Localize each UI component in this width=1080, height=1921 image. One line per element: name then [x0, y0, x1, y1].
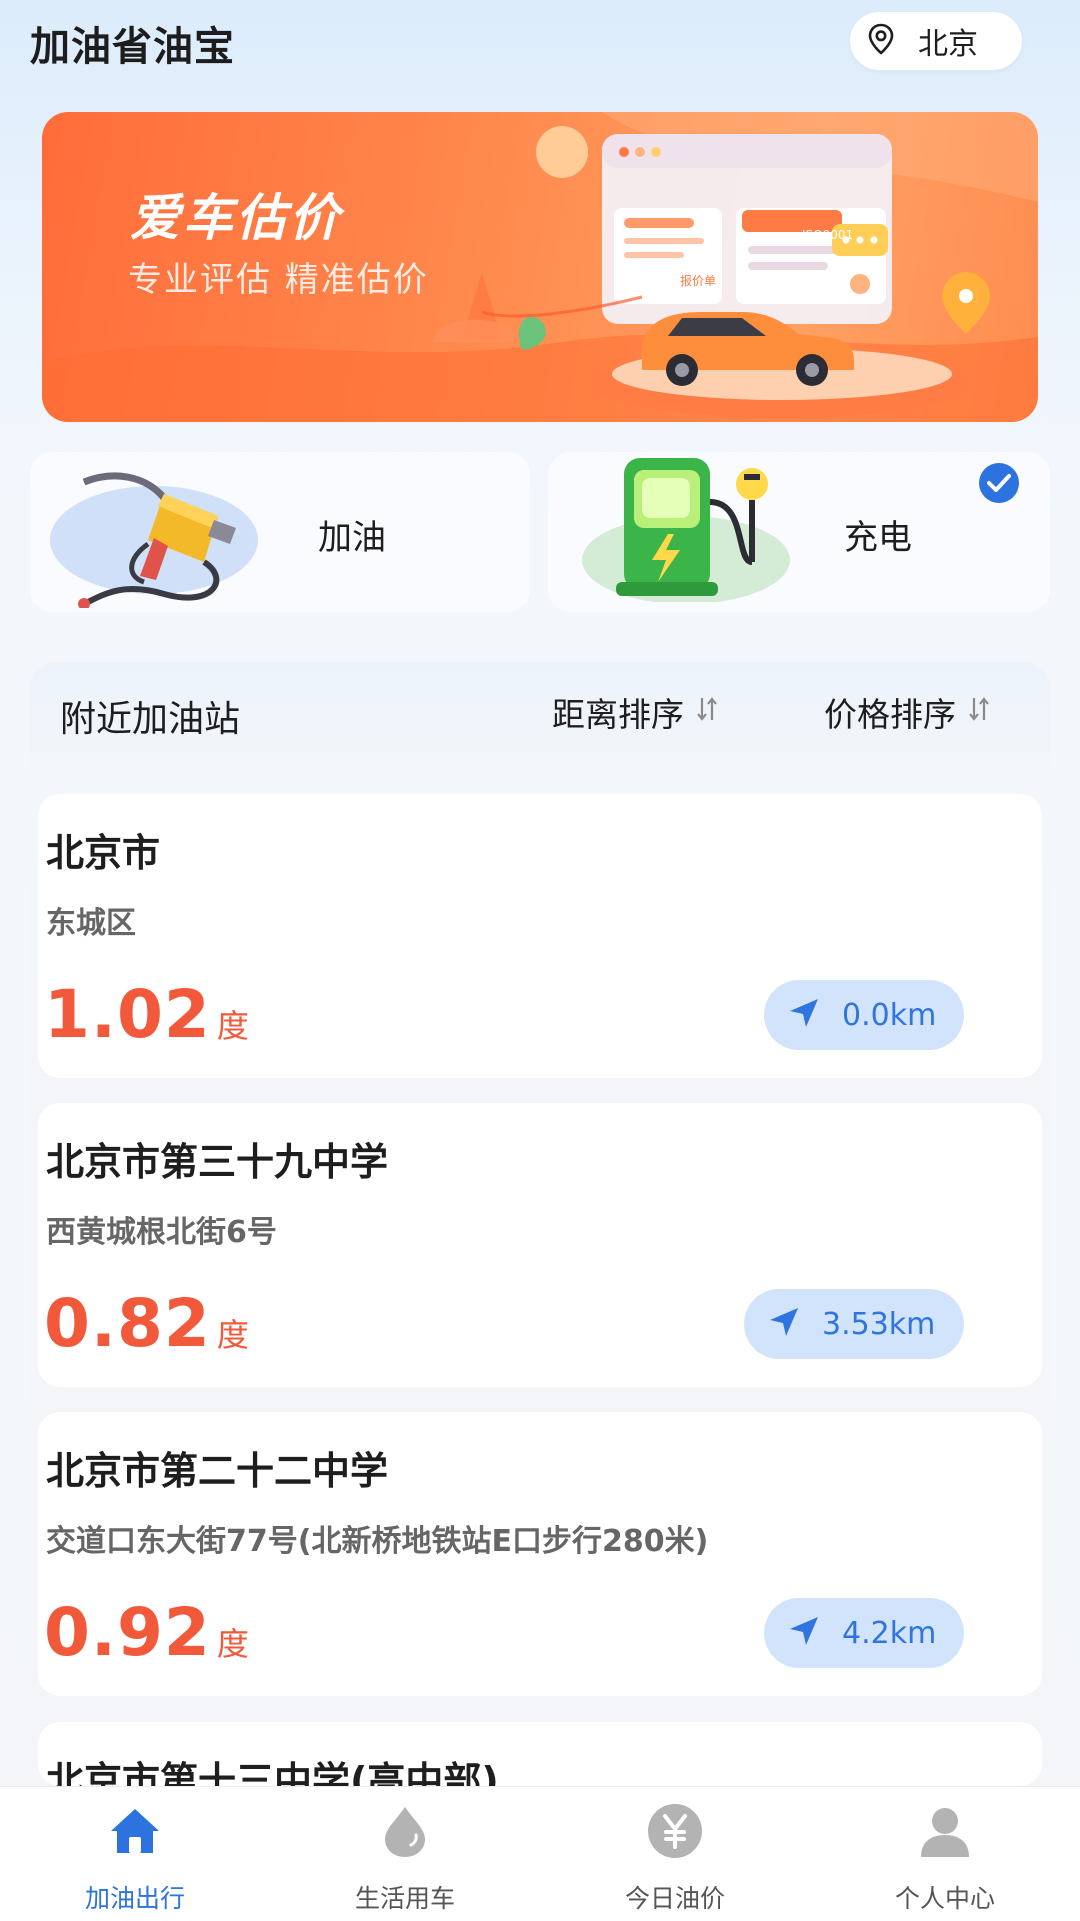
station-name: 北京市第二十二中学: [46, 1449, 389, 1493]
nav-tab-life-car[interactable]: 生活用车: [270, 1787, 540, 1921]
nav-label: 今日油价: [624, 1884, 725, 1913]
price-unit: 度: [216, 1316, 249, 1354]
station-price: 1.02 度: [44, 976, 249, 1053]
distance-text: 4.2km: [842, 1615, 937, 1651]
distance-text: 3.53km: [822, 1306, 936, 1342]
banner-title: 爱车估价: [130, 189, 342, 247]
station-price: 0.82 度: [44, 1285, 249, 1362]
price-value: 1.02: [44, 976, 211, 1053]
station-address: 交道口东大街77号(北新桥地铁站E口步行280米): [46, 1524, 709, 1559]
banner-tag-iso: ISO9001: [802, 228, 854, 242]
home-icon: [105, 1801, 165, 1861]
distance-navigate-button[interactable]: 4.2km: [764, 1598, 964, 1668]
nearby-stations-title: 附近加油站: [60, 699, 241, 740]
city-selector[interactable]: 北京: [850, 12, 1022, 70]
banner-subtitle: 专业评估 精准估价: [128, 260, 429, 300]
distance-navigate-button[interactable]: 3.53km: [744, 1289, 964, 1359]
person-icon: [915, 1801, 975, 1861]
station-card[interactable]: 北京市第十三中学(高中部): [38, 1722, 1042, 1786]
service-charge[interactable]: 充电: [548, 452, 1050, 612]
price-unit: 度: [216, 1007, 249, 1045]
fuel-nozzle-icon: [50, 472, 258, 608]
bottom-nav-bar: 加油出行 生活用车 今日油价 个人中心: [0, 1786, 1080, 1921]
distance-navigate-button[interactable]: 0.0km: [764, 980, 964, 1050]
service-fuel[interactable]: 加油: [30, 452, 530, 612]
nav-label: 加油出行: [84, 1884, 185, 1913]
station-name: 北京市第十三中学(高中部): [46, 1759, 499, 1786]
station-card[interactable]: 北京市第二十二中学 交道口东大街77号(北新桥地铁站E口步行280米) 0.92…: [38, 1412, 1042, 1696]
service-fuel-label: 加油: [318, 518, 386, 558]
nav-tab-profile[interactable]: 个人中心: [810, 1787, 1080, 1921]
sort-icon: [966, 693, 992, 732]
navigation-arrow-icon: [786, 995, 822, 1035]
station-card[interactable]: 北京市 东城区 1.02 度 0.0km: [38, 794, 1042, 1078]
price-unit: 度: [216, 1625, 249, 1663]
charging-station-icon: [582, 458, 790, 602]
nav-label: 生活用车: [354, 1884, 455, 1913]
nav-tab-oil-price[interactable]: 今日油价: [540, 1787, 810, 1921]
sort-icon: [694, 693, 720, 732]
navigation-arrow-icon: [766, 1304, 802, 1344]
sort-price-label: 价格排序: [824, 695, 956, 734]
station-address: 西黄城根北街6号: [46, 1215, 277, 1250]
sort-by-distance-button[interactable]: 距离排序: [552, 688, 720, 736]
nav-label: 个人中心: [894, 1884, 995, 1913]
sort-distance-label: 距离排序: [552, 695, 684, 734]
station-name: 北京市第三十九中学: [46, 1140, 389, 1184]
price-value: 0.82: [44, 1285, 211, 1362]
location-pin-icon: [864, 22, 898, 60]
station-name: 北京市: [46, 831, 161, 875]
car-valuation-banner[interactable]: 爱车估价 专业评估 精准估价 报价单 ISO9001: [42, 112, 1038, 422]
distance-text: 0.0km: [842, 997, 937, 1033]
banner-tag-quote: 报价单: [680, 274, 717, 288]
drop-icon: [375, 1801, 435, 1861]
city-label: 北京: [918, 27, 978, 62]
station-card[interactable]: 北京市第三十九中学 西黄城根北街6号 0.82 度 3.53km: [38, 1103, 1042, 1387]
station-address: 东城区: [46, 906, 136, 941]
nav-tab-fuel-travel[interactable]: 加油出行: [0, 1787, 270, 1921]
yen-icon: [645, 1801, 705, 1861]
station-price: 0.92 度: [44, 1594, 249, 1671]
navigation-arrow-icon: [786, 1613, 822, 1653]
app-title: 加油省油宝: [30, 24, 235, 70]
price-value: 0.92: [44, 1594, 211, 1671]
sort-by-price-button[interactable]: 价格排序: [824, 688, 992, 736]
service-charge-label: 充电: [844, 518, 912, 558]
selected-check-icon: [978, 462, 1020, 508]
